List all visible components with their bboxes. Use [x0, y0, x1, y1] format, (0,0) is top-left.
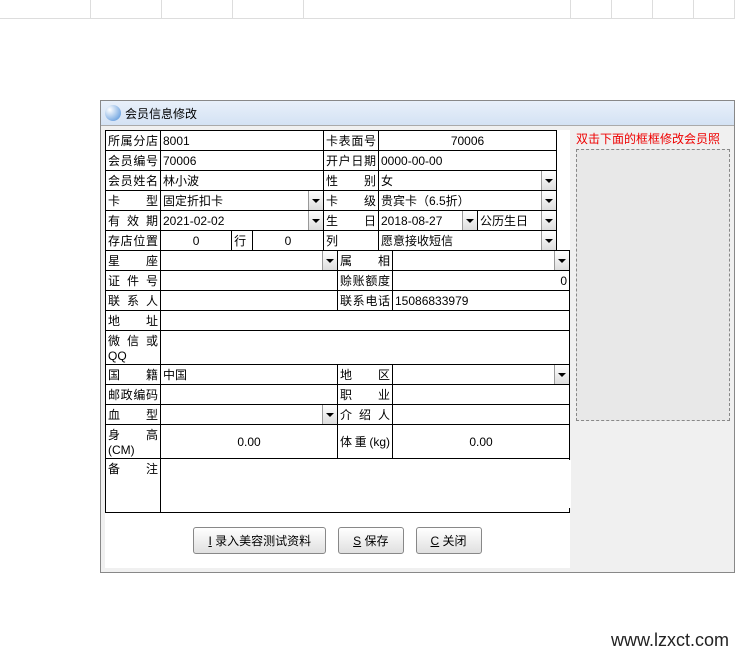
top-toolbar — [0, 0, 735, 19]
chevron-down-icon[interactable] — [308, 211, 323, 230]
footer-url: www.lzxct.com — [611, 630, 729, 651]
store-pos-value[interactable] — [161, 231, 232, 251]
label-card-type: 卡 型 — [106, 191, 161, 211]
height-value[interactable] — [161, 425, 338, 459]
label-weight: 体重(kg) — [338, 425, 393, 459]
remark-value[interactable] — [161, 459, 570, 513]
chevron-down-icon[interactable] — [462, 211, 477, 230]
idno-value[interactable] — [161, 271, 338, 291]
label-member-name: 会员姓名 — [106, 171, 161, 191]
birthday-select[interactable]: 2018-08-27 — [379, 211, 478, 231]
label-card-level: 卡 级 — [324, 191, 379, 211]
branch-value[interactable] — [161, 131, 324, 151]
beauty-test-button[interactable]: I 录入美容测试资料 — [193, 527, 326, 554]
store-col-value[interactable] — [252, 231, 323, 251]
label-zodiac: 星 座 — [106, 251, 161, 271]
label-height: 身高(CM) — [106, 425, 161, 459]
form-grid: 所属分店 卡表面号 会员编号 开户日期 会员姓名 性 别 女 — [105, 130, 557, 251]
app-icon — [105, 105, 121, 121]
address-value[interactable] — [161, 311, 570, 331]
label-remark: 备 注 — [106, 459, 161, 513]
bloodrel-select[interactable] — [393, 251, 570, 271]
zodiac-select[interactable] — [161, 251, 338, 271]
credit-value[interactable] — [393, 271, 570, 291]
member-no-value[interactable] — [161, 151, 324, 171]
card-surface-value[interactable] — [379, 131, 557, 151]
postal-value[interactable] — [161, 385, 338, 405]
label-open-date: 开户日期 — [324, 151, 379, 171]
label-credit: 赊账额度 — [338, 271, 393, 291]
close-button[interactable]: C 关闭 — [416, 527, 482, 554]
card-level-select[interactable]: 贵宾卡（6.5折） — [379, 191, 557, 211]
label-row: 行 — [232, 231, 253, 251]
chevron-down-icon[interactable] — [541, 171, 556, 190]
card-type-select[interactable]: 固定折扣卡 — [161, 191, 324, 211]
titlebar: 会员信息修改 — [101, 101, 734, 126]
region-select[interactable] — [393, 365, 570, 385]
valid-date-select[interactable]: 2021-02-02 — [161, 211, 324, 231]
save-button[interactable]: S 保存 — [338, 527, 403, 554]
label-address: 地 址 — [106, 311, 161, 331]
form-area: 所属分店 卡表面号 会员编号 开户日期 会员姓名 性 别 女 — [105, 130, 570, 568]
form-grid-2: 星 座 属 相 证 件 号 赊账额度 联 系 人 联系电话 — [105, 250, 570, 513]
weight-value[interactable] — [393, 425, 570, 459]
label-postal: 邮政编码 — [106, 385, 161, 405]
label-referrer: 介 绍 人 — [338, 405, 393, 425]
label-col: 列 — [324, 231, 379, 251]
chevron-down-icon[interactable] — [554, 365, 569, 384]
chevron-down-icon[interactable] — [322, 251, 337, 270]
photo-hint: 双击下面的框框修改会员照 — [576, 130, 730, 147]
label-occupation: 职 业 — [338, 385, 393, 405]
chevron-down-icon[interactable] — [322, 405, 337, 424]
referrer-value[interactable] — [393, 405, 570, 425]
label-member-no: 会员编号 — [106, 151, 161, 171]
blood-select[interactable] — [161, 405, 338, 425]
label-card-surface: 卡表面号 — [324, 131, 379, 151]
label-birthday: 生 日 — [324, 211, 379, 231]
label-wechat: 微信或QQ — [106, 331, 161, 365]
label-branch: 所属分店 — [106, 131, 161, 151]
chevron-down-icon[interactable] — [541, 231, 556, 250]
button-row: I 录入美容测试资料 S 保存 C 关闭 — [105, 513, 570, 568]
label-contact: 联 系 人 — [106, 291, 161, 311]
occupation-value[interactable] — [393, 385, 570, 405]
label-idno: 证 件 号 — [106, 271, 161, 291]
wechat-value[interactable] — [161, 331, 570, 365]
chevron-down-icon[interactable] — [541, 191, 556, 210]
chevron-down-icon[interactable] — [308, 191, 323, 210]
country-value[interactable] — [161, 365, 338, 385]
label-phone: 联系电话 — [338, 291, 393, 311]
member-name-value[interactable] — [161, 171, 324, 191]
label-blood: 血 型 — [106, 405, 161, 425]
member-edit-dialog: 会员信息修改 所属分店 卡表面号 会员编号 开户日期 — [100, 100, 735, 573]
label-store-pos: 存店位置 — [106, 231, 161, 251]
right-panel: 双击下面的框框修改会员照 — [576, 130, 730, 421]
sms-select[interactable]: 愿意接收短信 — [379, 231, 557, 251]
window-title: 会员信息修改 — [125, 105, 197, 122]
open-date-value[interactable] — [379, 151, 557, 171]
phone-value[interactable] — [393, 291, 570, 311]
label-valid-date: 有 效 期 — [106, 211, 161, 231]
label-gender: 性 别 — [324, 171, 379, 191]
label-bloodrel: 属 相 — [338, 251, 393, 271]
gender-select[interactable]: 女 — [379, 171, 557, 191]
photo-box[interactable] — [576, 149, 730, 421]
chevron-down-icon[interactable] — [554, 251, 569, 270]
chevron-down-icon[interactable] — [541, 211, 556, 230]
contact-value[interactable] — [161, 291, 338, 311]
label-country: 国 籍 — [106, 365, 161, 385]
label-region: 地 区 — [338, 365, 393, 385]
calendar-select[interactable]: 公历生日 — [478, 211, 557, 231]
